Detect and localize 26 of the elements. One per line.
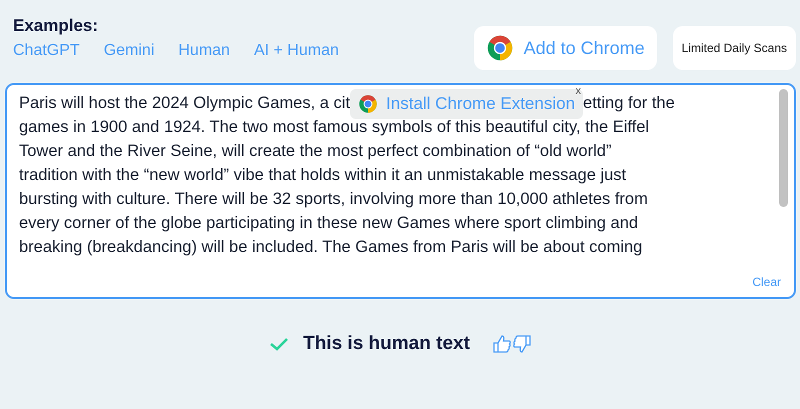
clear-link[interactable]: Clear — [752, 275, 781, 289]
example-link[interactable]: Human — [178, 42, 230, 60]
check-icon — [269, 336, 290, 352]
example-link[interactable]: ChatGPT — [13, 42, 80, 60]
thumbs-up-icon[interactable] — [492, 334, 512, 354]
install-extension-popup[interactable]: Install Chrome Extension x — [350, 89, 584, 119]
text-line: Tower and the River Seine, will create the most perfect combination of “old world” — [19, 141, 612, 162]
text-line: etting for the — [583, 93, 675, 114]
examples-heading: Examples: — [13, 16, 100, 36]
text-line: tradition with the “new world” vibe that holds within it an unmistakable message just — [19, 165, 628, 186]
thumbs-down-icon[interactable] — [512, 334, 532, 354]
example-link[interactable]: Gemini — [104, 42, 154, 60]
text-line: bursting with culture. There will be 32 sports, involving more than 10,000 athletes from — [19, 189, 649, 210]
text-line: breaking (breakdancing) will be included. The Games from Paris will be about coming — [19, 237, 644, 258]
result-message: This is human text — [303, 333, 470, 355]
text-input-area[interactable] — [5, 83, 796, 299]
example-link[interactable]: AI + Human — [254, 42, 339, 60]
text-line: every corner of the globe participating in these new Games where sport climbing and — [19, 213, 640, 234]
scrollbar[interactable] — [779, 89, 788, 207]
install-extension-link[interactable]: Install Chrome Extension — [386, 94, 576, 114]
add-to-chrome-button[interactable]: Add to Chrome — [474, 26, 657, 70]
limited-daily-scans-button[interactable]: Limited Daily Scans — [672, 26, 796, 70]
text-line: games in 1900 and 1924. The two most famous symbols of this beautiful city, the Eiffel — [19, 117, 650, 138]
chrome-logo-icon — [486, 34, 514, 62]
text-line: Paris will host the 2024 Olympic Games, a cit — [19, 93, 350, 114]
chrome-logo-icon — [358, 94, 378, 114]
